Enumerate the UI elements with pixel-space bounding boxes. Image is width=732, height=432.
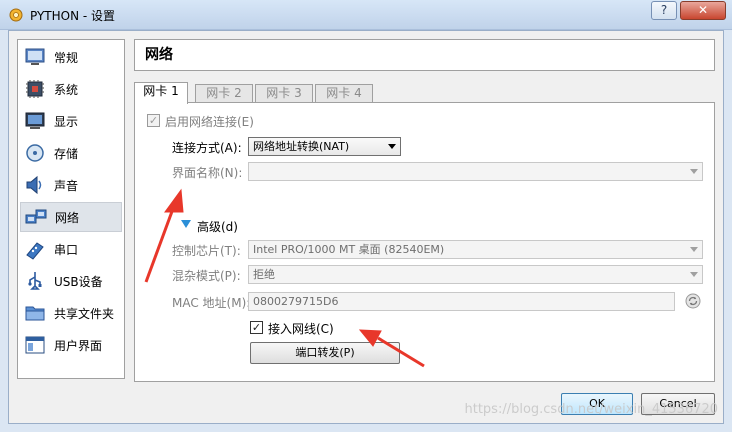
attached-to-label: 连接方式(A): bbox=[172, 141, 242, 155]
speaker-icon bbox=[26, 175, 42, 195]
port-forwarding-button[interactable]: 端口转发(P) bbox=[250, 342, 400, 364]
nav-item-label: 网络 bbox=[55, 210, 80, 225]
chevron-down-icon bbox=[690, 272, 698, 277]
tab-adapter-1[interactable]: 网卡 1 bbox=[134, 82, 188, 104]
promiscuous-mode-select[interactable]: 拒绝 bbox=[248, 265, 703, 284]
mac-address-field[interactable]: 0800279715D6 bbox=[248, 292, 675, 311]
interface-name-label: 界面名称(N): bbox=[172, 166, 243, 180]
nav-item-label: USB设备 bbox=[54, 274, 103, 289]
nav-item-serial[interactable]: 串口 bbox=[20, 234, 122, 264]
disk-icon bbox=[26, 144, 44, 162]
help-button[interactable]: ? bbox=[651, 1, 677, 20]
nav-item-usb[interactable]: USB设备 bbox=[20, 266, 122, 296]
cable-connected-checkbox[interactable]: ✓ bbox=[250, 321, 263, 334]
display-icon bbox=[25, 112, 45, 129]
nav-item-label: 声音 bbox=[54, 178, 79, 193]
promiscuous-mode-label: 混杂模式(P): bbox=[172, 269, 241, 283]
nav-item-audio[interactable]: 声音 bbox=[20, 170, 122, 200]
interface-name-select[interactable] bbox=[248, 162, 703, 181]
adapter-settings-panel: ✓ 启用网络连接(E) 连接方式(A): 网络地址转换(NAT) 界面名称(N)… bbox=[134, 102, 715, 382]
settings-category-list: 常规 系统 显示 存储 声音 网络 串口 USB设备 共享文件夹 用户界面 bbox=[17, 39, 125, 379]
chevron-down-icon bbox=[690, 247, 698, 252]
tab-adapter-2[interactable]: 网卡 2 bbox=[195, 84, 253, 103]
mac-address-label: MAC 地址(M): bbox=[172, 296, 251, 310]
watermark-text: https://blog.csdn.net/weixin_41536720 bbox=[464, 402, 718, 417]
window-title: PYTHON - 设置 bbox=[30, 9, 116, 23]
nav-item-network[interactable]: 网络 bbox=[20, 202, 122, 232]
nav-item-storage[interactable]: 存储 bbox=[20, 138, 122, 168]
chip-icon bbox=[26, 80, 44, 98]
enable-adapter-label: 启用网络连接(E) bbox=[165, 115, 254, 129]
close-button[interactable]: ✕ bbox=[680, 1, 726, 20]
network-icon bbox=[25, 209, 47, 224]
dialog-body: 常规 系统 显示 存储 声音 网络 串口 USB设备 共享文件夹 用户界面 网络… bbox=[8, 30, 724, 424]
expand-triangle-icon[interactable] bbox=[181, 220, 191, 228]
tab-adapter-3[interactable]: 网卡 3 bbox=[255, 84, 313, 103]
folder-icon bbox=[25, 306, 45, 321]
cable-connected-label: 接入网线(C) bbox=[268, 322, 334, 336]
usb-icon bbox=[28, 272, 42, 290]
enable-adapter-checkbox[interactable]: ✓ bbox=[147, 114, 160, 127]
nav-item-label: 常规 bbox=[54, 50, 79, 65]
nav-item-display[interactable]: 显示 bbox=[20, 106, 122, 136]
title-bar: PYTHON - 设置 ? ✕ bbox=[0, 0, 732, 30]
chevron-down-icon bbox=[690, 169, 698, 174]
nav-item-label: 系统 bbox=[54, 82, 79, 97]
adapter-type-label: 控制芯片(T): bbox=[172, 244, 241, 258]
nav-item-label: 串口 bbox=[54, 242, 79, 257]
serial-port-icon bbox=[26, 242, 44, 260]
nav-item-shared-folders[interactable]: 共享文件夹 bbox=[20, 298, 122, 328]
nav-item-label: 用户界面 bbox=[54, 338, 103, 353]
advanced-toggle[interactable]: 高级(d) bbox=[197, 218, 238, 235]
attached-to-select[interactable]: 网络地址转换(NAT) bbox=[248, 137, 401, 156]
tab-adapter-4[interactable]: 网卡 4 bbox=[315, 84, 373, 103]
nav-item-label: 存储 bbox=[54, 146, 79, 161]
nav-item-general[interactable]: 常规 bbox=[20, 42, 122, 72]
nav-item-label: 显示 bbox=[54, 114, 79, 129]
nav-item-user-interface[interactable]: 用户界面 bbox=[20, 330, 122, 360]
monitor-icon bbox=[25, 48, 45, 65]
adapter-type-select[interactable]: Intel PRO/1000 MT 桌面 (82540EM) bbox=[248, 240, 703, 259]
nav-item-label: 共享文件夹 bbox=[54, 306, 115, 321]
refresh-icon[interactable] bbox=[685, 293, 701, 309]
gear-icon bbox=[9, 8, 23, 22]
page-title: 网络 bbox=[134, 39, 715, 71]
chevron-down-icon bbox=[388, 144, 396, 149]
nav-item-system[interactable]: 系统 bbox=[20, 74, 122, 104]
window-icon bbox=[25, 336, 45, 354]
